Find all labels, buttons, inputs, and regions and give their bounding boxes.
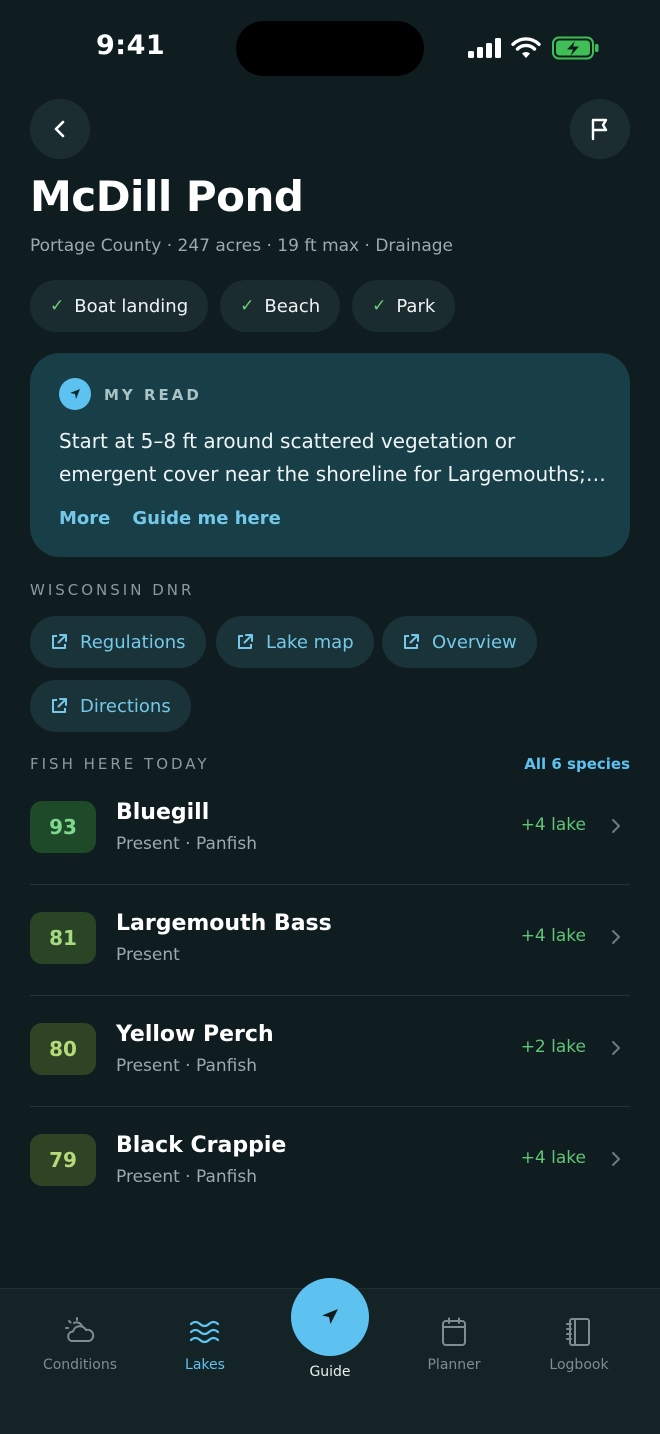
amenity-label: Boat landing [74, 295, 189, 317]
guide-fab-button[interactable] [291, 1278, 369, 1356]
link-label: Regulations [80, 631, 186, 653]
cellular-signal-icon [468, 38, 502, 58]
my-read-label: MY READ [104, 386, 202, 404]
amenity-label: Beach [264, 295, 321, 317]
my-read-line-1: Start at 5–8 ft around scattered vegetat… [59, 429, 516, 453]
fish-section-label: FISH HERE TODAY [30, 755, 210, 773]
fish-delta: +4 lake [520, 1148, 586, 1168]
waves-icon [189, 1320, 220, 1344]
fish-name: Yellow Perch [116, 1022, 274, 1047]
check-icon: ✓ [372, 296, 387, 316]
external-link-icon [52, 698, 67, 713]
link-label: Overview [432, 631, 517, 653]
external-link-icon [52, 634, 67, 649]
chevron-right-icon [612, 1041, 620, 1055]
my-read-text: Start at 5–8 ft around scattered vegetat… [59, 425, 607, 491]
fish-row-black-crappie[interactable]: 79 Black Crappie Present · Panfish +4 la… [30, 1107, 630, 1218]
lake-subtitle: Portage County · 247 acres · 19 ft max ·… [30, 236, 453, 256]
fish-row-yellow-perch[interactable]: 80 Yellow Perch Present · Panfish +2 lak… [30, 996, 630, 1107]
chevron-right-icon [612, 930, 620, 944]
report-flag-button[interactable] [570, 99, 630, 159]
amenity-chip-boat-landing: ✓ Boat landing [30, 280, 209, 332]
chevron-left-icon [54, 120, 65, 138]
tab-label: Logbook [549, 1357, 609, 1373]
amenity-chip-park: ✓ Park [352, 280, 456, 332]
link-label: Lake map [266, 631, 354, 653]
fish-meta: Present · Panfish [116, 1056, 258, 1076]
guide-me-here-link[interactable]: Guide me here [132, 508, 280, 529]
tab-label: Lakes [185, 1357, 225, 1373]
fish-meta: Present · Panfish [116, 1167, 258, 1187]
score-badge: 81 [30, 912, 96, 964]
overview-link[interactable]: Overview [382, 616, 537, 668]
fish-row-largemouth-bass[interactable]: 81 Largemouth Bass Present +4 lake [30, 885, 630, 996]
back-button[interactable] [30, 99, 90, 159]
tab-logbook[interactable]: Logbook [519, 1317, 639, 1373]
my-read-card[interactable]: MY READ Start at 5–8 ft around scattered… [30, 353, 630, 557]
lake-map-link[interactable]: Lake map [216, 616, 374, 668]
my-read-actions: More Guide me here [59, 508, 281, 529]
flag-icon [591, 118, 608, 141]
check-icon: ✓ [50, 296, 65, 316]
regulations-link[interactable]: Regulations [30, 616, 206, 668]
lake-title: McDill Pond [30, 172, 304, 221]
chevron-right-icon [612, 1152, 620, 1166]
dynamic-island [236, 21, 424, 76]
fish-meta: Present · Panfish [116, 834, 258, 854]
chevron-right-icon [612, 819, 620, 833]
status-bar: 9:41 [0, 0, 660, 96]
directions-link[interactable]: Directions [30, 680, 191, 732]
link-label: Directions [80, 695, 171, 717]
status-time: 9:41 [96, 30, 166, 61]
tab-label: Conditions [42, 1357, 118, 1373]
logbook-icon [566, 1318, 590, 1346]
dnr-section-label: WISCONSIN DNR [30, 581, 195, 599]
external-link-icon [238, 634, 253, 649]
fish-delta: +4 lake [520, 926, 586, 946]
tab-label: Planner [427, 1357, 481, 1373]
my-read-line-2: emergent cover near the shoreline for La… [59, 462, 607, 486]
fish-name: Black Crappie [116, 1133, 287, 1158]
tab-guide-label: Guide [309, 1364, 351, 1380]
amenity-label: Park [396, 295, 436, 317]
tab-planner[interactable]: Planner [394, 1317, 514, 1373]
battery-charging-icon [552, 36, 599, 60]
all-species-link[interactable]: All 6 species [524, 755, 630, 773]
amenity-chip-beach: ✓ Beach [220, 280, 341, 332]
more-link[interactable]: More [59, 508, 110, 529]
check-icon: ✓ [240, 296, 255, 316]
weather-conditions-icon [65, 1317, 95, 1342]
fish-meta: Present [116, 945, 180, 965]
score-badge: 79 [30, 1134, 96, 1186]
score-badge: 80 [30, 1023, 96, 1075]
tab-conditions[interactable]: Conditions [20, 1317, 140, 1373]
fish-name: Largemouth Bass [116, 911, 332, 936]
wifi-icon [511, 37, 541, 58]
fish-delta: +4 lake [520, 815, 586, 835]
navigation-arrow-icon [59, 378, 91, 410]
fish-name: Bluegill [116, 800, 210, 825]
navigation-arrow-icon [322, 1309, 338, 1324]
tab-lakes[interactable]: Lakes [145, 1317, 265, 1373]
external-link-icon [404, 634, 419, 649]
amenity-chips: ✓ Boat landing ✓ Beach ✓ Park [30, 280, 456, 332]
fish-row-bluegill[interactable]: 93 Bluegill Present · Panfish +4 lake [30, 774, 630, 885]
score-badge: 93 [30, 801, 96, 853]
calendar-icon [442, 1317, 466, 1346]
lake-detail-screen: 9:41 McDill Pond Portage County · 247 ac… [0, 0, 660, 1434]
fish-delta: +2 lake [520, 1037, 586, 1057]
